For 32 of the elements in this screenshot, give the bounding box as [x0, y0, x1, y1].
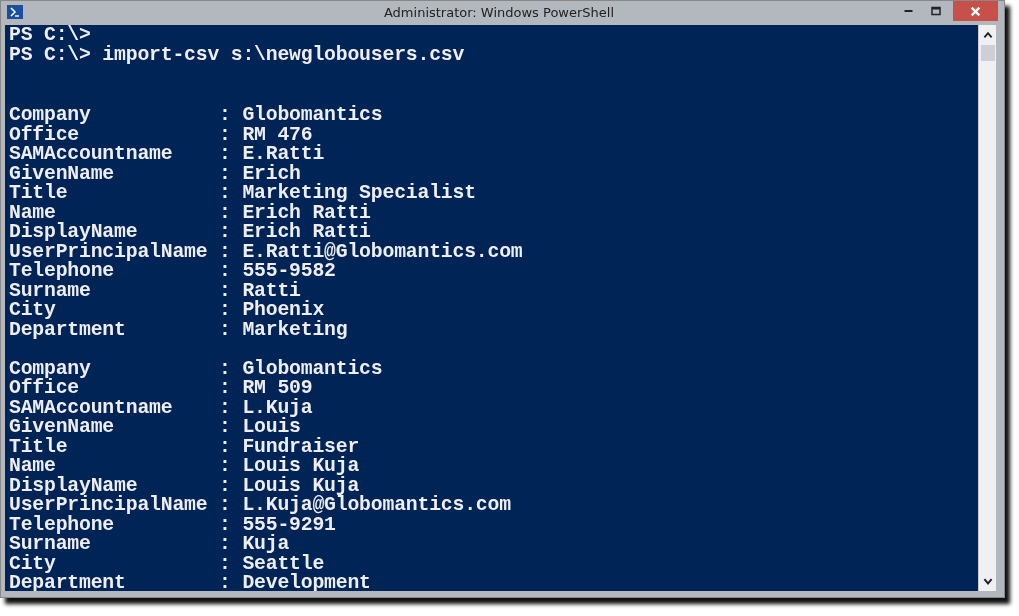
minimize-icon — [904, 10, 913, 12]
console-line: SAMAccountname : L.Kuja — [9, 398, 313, 418]
console-line: City : Phoenix — [9, 301, 325, 321]
window-title: Administrator: Windows PowerShell — [382, 4, 616, 20]
console-line: DisplayName : Erich Ratti — [9, 223, 371, 243]
console-line: Name : Louis Kuja — [9, 457, 360, 477]
console-line: Title : Fundraiser — [9, 437, 360, 457]
console-line: DisplayName : Louis Kuja — [9, 476, 360, 496]
console-line: Telephone : 555-9582 — [9, 262, 336, 282]
maximize-icon — [930, 6, 941, 16]
console-line: SAMAccountname : E.Ratti — [9, 145, 325, 165]
console-line: UserPrincipalName : E.Ratti@Globomantics.com — [9, 242, 523, 262]
console-line: PS C:\> — [9, 26, 91, 46]
close-icon — [970, 5, 981, 17]
console-line: Telephone : 555-9291 — [9, 515, 336, 535]
console-line: Title : Marketing Specialist — [9, 184, 476, 204]
console-line: Office : RM 509 — [9, 379, 313, 399]
console-line: Office : RM 476 — [9, 125, 313, 145]
scroll-thumb[interactable] — [980, 45, 995, 61]
prompt-icon — [7, 4, 23, 20]
console-line: GivenName : Louis — [9, 418, 301, 438]
console-line: PS C:\> import-csv s:\newglobousers.csv — [9, 45, 465, 65]
console-line: Surname : Ratti — [9, 281, 301, 301]
console-line: Company : Globomantics — [9, 359, 383, 379]
scrollbar[interactable] — [978, 25, 996, 591]
close-button[interactable] — [953, 1, 998, 21]
console-line: Surname : Kuja — [9, 535, 290, 555]
console-line: Department : Marketing — [9, 320, 348, 340]
console-line: GivenName : Erich — [9, 164, 301, 184]
console-line: Name : Erich Ratti — [9, 203, 371, 223]
console-line: UserPrincipalName : L.Kuja@Globomantics.com — [9, 496, 511, 516]
console-line: City : Seattle — [9, 554, 325, 574]
